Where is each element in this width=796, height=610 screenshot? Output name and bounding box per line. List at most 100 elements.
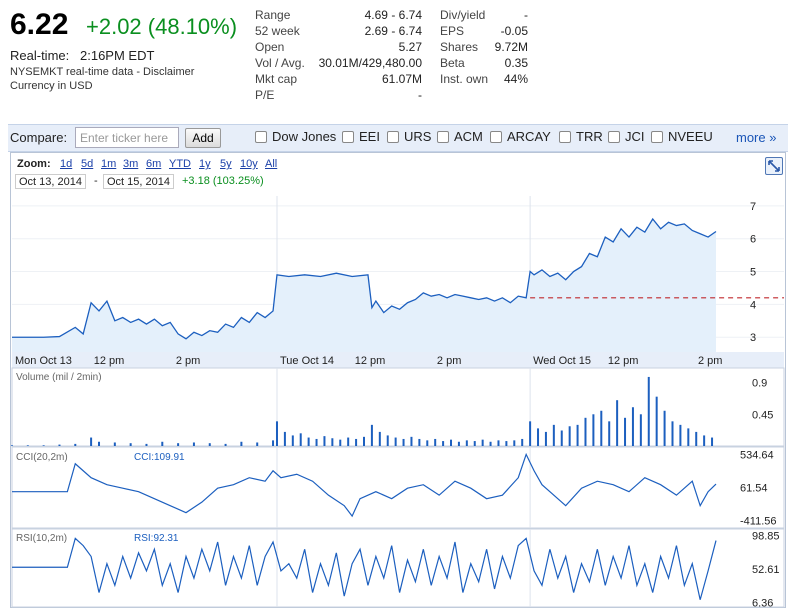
x-axis-label: 2 pm (698, 355, 722, 367)
volume-bar (355, 438, 358, 446)
price-tick-label: 6 (750, 234, 756, 246)
volume-bar (568, 426, 571, 446)
x-axis-label: 2 pm (437, 355, 461, 367)
price-tick-label: 7 (750, 201, 756, 213)
volume-bar (177, 443, 180, 446)
volume-bar (208, 443, 211, 446)
volume-bar (560, 430, 563, 446)
volume-bar (347, 437, 350, 446)
x-axis-label: 12 pm (94, 355, 125, 367)
x-axis-label: 12 pm (608, 355, 639, 367)
volume-bar (386, 435, 389, 446)
volume-label: Volume (mil / 2min) (16, 372, 102, 383)
cci-tick-label: 61.54 (740, 482, 768, 494)
volume-bar (323, 436, 326, 446)
volume-bar (711, 437, 714, 446)
volume-bg (11, 367, 785, 447)
rsi-value-label: RSI:92.31 (134, 533, 179, 544)
volume-bar (616, 400, 619, 446)
volume-bar (291, 435, 294, 446)
price-tick-label: 3 (750, 332, 756, 344)
volume-bar (224, 443, 227, 446)
volume-bar (299, 433, 302, 446)
volume-bar (481, 439, 484, 446)
volume-bar (363, 436, 365, 446)
price-tick-label: 5 (750, 267, 756, 279)
volume-bar (457, 441, 460, 446)
volume-bar (703, 435, 706, 446)
volume-bar (98, 441, 101, 446)
price-panel: 7 6 5 4 3 Mon Oct 13 12 pm 2 pm Tue Oct 14 12 pm 2… (12, 196, 784, 368)
volume-bar (307, 437, 310, 446)
x-axis-label: Wed Oct 15 (533, 355, 591, 367)
volume-bar (521, 438, 524, 446)
volume-bar (592, 414, 595, 446)
volume-bar (145, 443, 148, 446)
volume-bar (450, 439, 453, 446)
rsi-tick-label: 6.36 (752, 597, 773, 609)
cci-bg (11, 446, 785, 529)
volume-bar (410, 436, 413, 446)
volume-bar (513, 440, 516, 446)
volume-bar (275, 421, 278, 446)
x-axis-label: Tue Oct 14 (280, 355, 334, 367)
volume-bar (529, 421, 532, 446)
cci-tick-label: 534.64 (740, 449, 774, 461)
volume-bar (256, 442, 259, 446)
volume-bar (339, 439, 342, 446)
volume-bar (537, 428, 540, 446)
volume-bar (283, 431, 286, 446)
volume-bar (576, 424, 579, 446)
volume-bar (418, 438, 421, 446)
rsi-tick-label: 98.85 (752, 531, 780, 543)
volume-bar (129, 443, 132, 446)
volume-bar (647, 376, 650, 446)
volume-bar (113, 442, 116, 446)
volume-bar (624, 417, 627, 446)
volume-bar (608, 421, 611, 446)
volume-bar (161, 441, 164, 446)
volume-bar (434, 438, 437, 446)
volume-bar (600, 410, 603, 446)
x-axis-label: Mon Oct 13 (15, 355, 72, 367)
volume-panel: Volume (mil / 2min) 0.9 0.45 (11, 367, 785, 447)
stock-chart[interactable]: 7 6 5 4 3 Mon Oct 13 12 pm 2 pm Tue Oct 14 12 pm 2… (0, 0, 796, 610)
volume-bar (42, 445, 45, 446)
volume-bar (58, 444, 61, 446)
volume-bar (11, 445, 13, 446)
rsi-bg (11, 528, 785, 608)
volume-bar (497, 440, 500, 446)
volume-bar (631, 407, 634, 446)
volume-bar (378, 431, 381, 446)
volume-bar (687, 428, 690, 446)
volume-bar (695, 431, 698, 446)
volume-bar (489, 441, 492, 446)
volume-bar (505, 441, 508, 446)
volume-bar (370, 424, 373, 446)
volume-bar (315, 438, 318, 446)
volume-tick-label: 0.45 (752, 409, 773, 421)
volume-bar (655, 396, 658, 446)
x-axis-strip (12, 352, 784, 368)
volume-bar (671, 421, 674, 446)
volume-bar (552, 424, 555, 446)
volume-bar (331, 438, 334, 446)
volume-bar (639, 414, 642, 446)
rsi-label: RSI(10,2m) (16, 533, 67, 544)
volume-bar (240, 441, 243, 446)
volume-tick-label: 0.9 (752, 378, 767, 390)
volume-bar (663, 410, 666, 446)
cci-panel: CCI(20,2m) CCI:109.91 534.64 61.54 -411.56 (11, 446, 785, 529)
volume-bar (394, 437, 397, 446)
rsi-tick-label: 52.61 (752, 564, 780, 576)
cci-value-label: CCI:109.91 (134, 452, 185, 463)
volume-bar (402, 438, 405, 446)
volume-bar (426, 440, 429, 446)
volume-bar (544, 431, 547, 446)
volume-bar (192, 442, 195, 446)
x-axis-label: 12 pm (355, 355, 386, 367)
volume-bar (26, 445, 29, 446)
cci-label: CCI(20,2m) (16, 452, 68, 463)
cci-tick-label: -411.56 (740, 515, 777, 527)
price-tick-label: 4 (750, 299, 756, 311)
